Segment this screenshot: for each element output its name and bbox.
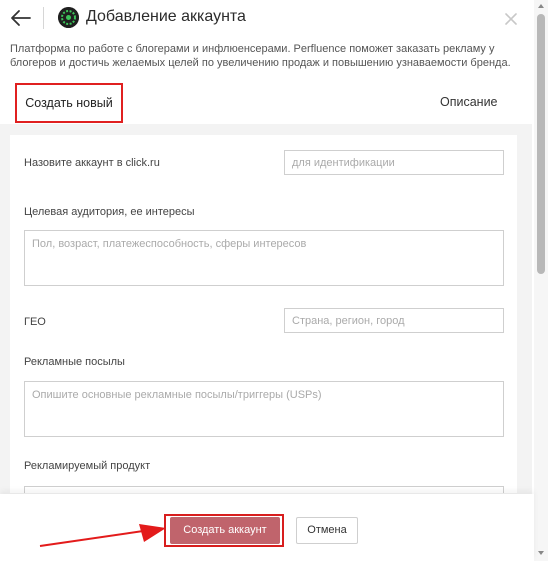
tab-description[interactable]: Описание — [440, 95, 498, 109]
red-arrow-annotation-icon — [39, 524, 166, 547]
dialog-header: Добавление аккаунта — [0, 0, 548, 38]
scroll-up-icon[interactable] — [537, 2, 545, 10]
tab-create-new[interactable]: Создать новый — [15, 83, 123, 123]
close-icon[interactable] — [500, 8, 522, 30]
header-divider — [43, 7, 44, 29]
product-label: Рекламируемый продукт — [24, 460, 151, 472]
form-card: Назовите аккаунт в click.ru для идентифи… — [10, 135, 517, 493]
create-account-button[interactable]: Создать аккаунт — [170, 517, 280, 544]
account-name-input[interactable]: для идентификации — [284, 150, 504, 175]
usp-label: Рекламные посылы — [24, 356, 125, 368]
cancel-button[interactable]: Отмена — [296, 517, 358, 544]
usp-textarea[interactable]: Опишите основные рекламные посылы/тригге… — [24, 381, 504, 437]
scrollbar-thumb[interactable] — [537, 14, 545, 274]
dialog-title: Добавление аккаунта — [86, 8, 246, 25]
back-arrow-icon[interactable] — [8, 7, 34, 29]
audience-textarea[interactable]: Пол, возраст, платежеспособность, сферы … — [24, 230, 504, 286]
platform-description: Платформа по работе с блогерами и инфлюе… — [10, 43, 511, 69]
scroll-down-icon[interactable] — [537, 549, 545, 557]
account-name-label: Назовите аккаунт в click.ru — [24, 157, 160, 169]
scrollbar[interactable] — [534, 0, 548, 561]
geo-label: ГЕО — [24, 316, 46, 328]
geo-input[interactable]: Страна, регион, город — [284, 308, 504, 333]
app-logo-icon — [58, 7, 79, 28]
product-input[interactable] — [24, 486, 504, 493]
audience-label: Целевая аудитория, ее интересы — [24, 206, 195, 218]
